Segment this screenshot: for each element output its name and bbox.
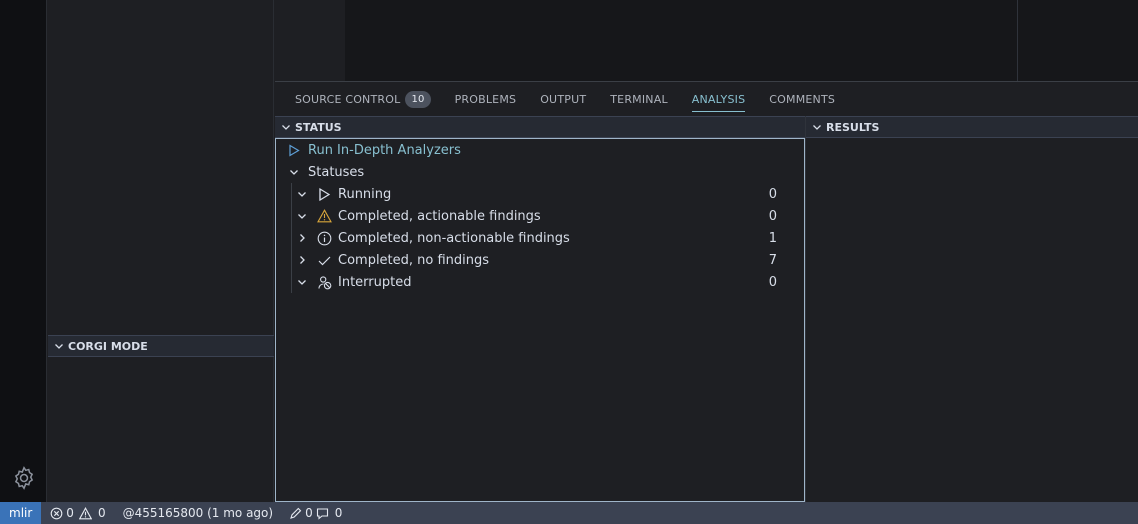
chevron-down-icon bbox=[51, 338, 67, 354]
tab-problems[interactable]: PROBLEMS bbox=[455, 82, 517, 116]
chevron-down-icon bbox=[294, 274, 310, 290]
status-header[interactable]: STATUS bbox=[275, 116, 805, 138]
chevron-down-icon bbox=[286, 164, 302, 180]
edits-count: 0 bbox=[305, 506, 313, 520]
status-item-count: 7 bbox=[768, 252, 777, 268]
status-item-label: Completed, non-actionable findings bbox=[338, 230, 570, 246]
chevron-right-icon bbox=[294, 230, 310, 246]
status-item-count: 1 bbox=[768, 230, 777, 246]
tab-analysis-label: ANALYSIS bbox=[691, 92, 746, 106]
results-header[interactable]: RESULTS bbox=[806, 116, 1138, 138]
chevron-down-icon bbox=[294, 208, 310, 224]
status-item-count: 0 bbox=[768, 186, 777, 202]
tab-problems-label: PROBLEMS bbox=[454, 92, 517, 106]
tab-source-control[interactable]: SOURCE CONTROL 10 bbox=[295, 82, 431, 116]
tab-terminal[interactable]: TERMINAL bbox=[610, 82, 668, 116]
tab-comments-label: COMMENTS bbox=[769, 92, 836, 106]
corgi-mode-header[interactable]: CORGI MODE bbox=[48, 335, 274, 357]
status-bar: mlir 0 0 @455165800 (1 mo ago) 0 0 bbox=[0, 502, 1138, 524]
comments-count: 0 bbox=[334, 506, 343, 520]
remote-indicator[interactable]: mlir bbox=[0, 502, 42, 524]
comment-icon bbox=[316, 507, 332, 520]
status-item-count: 0 bbox=[768, 208, 777, 224]
chevron-right-icon bbox=[294, 252, 310, 268]
tab-terminal-label: TERMINAL bbox=[610, 92, 668, 106]
sidebar: CORGI MODE bbox=[48, 0, 274, 502]
statuses-group[interactable]: Statuses bbox=[276, 161, 804, 183]
editor-area bbox=[275, 0, 1138, 81]
problems-indicator[interactable]: 0 0 bbox=[50, 506, 106, 520]
results-pane: RESULTS bbox=[805, 116, 1138, 503]
blame-indicator[interactable]: @455165800 (1 mo ago) bbox=[123, 506, 274, 520]
warning-icon bbox=[316, 208, 332, 224]
tab-output-label: OUTPUT bbox=[540, 92, 587, 106]
run-analyzers-action[interactable]: Run In-Depth Analyzers bbox=[276, 139, 804, 161]
status-item-non-actionable[interactable]: Completed, non-actionable findings 1 bbox=[276, 227, 804, 249]
statuses-label: Statuses bbox=[308, 164, 365, 180]
play-icon bbox=[286, 142, 302, 158]
pencil-icon bbox=[289, 507, 305, 520]
gear-icon[interactable] bbox=[11, 465, 37, 491]
chevron-down-icon bbox=[278, 119, 294, 135]
activity-bar bbox=[0, 0, 47, 502]
corgi-mode-title: CORGI MODE bbox=[68, 339, 148, 353]
status-title: STATUS bbox=[295, 120, 342, 134]
tab-comments[interactable]: COMMENTS bbox=[769, 82, 835, 116]
status-item-no-findings[interactable]: Completed, no findings 7 bbox=[276, 249, 804, 271]
run-icon bbox=[316, 186, 332, 202]
status-item-running[interactable]: Running 0 bbox=[276, 183, 804, 205]
status-item-label: Completed, no findings bbox=[338, 252, 490, 268]
warning-count: 0 bbox=[97, 506, 106, 520]
status-pane: STATUS Run In-Depth Analyzers Statuses R… bbox=[275, 116, 805, 503]
source-control-badge: 10 bbox=[405, 90, 431, 108]
editor-gutter bbox=[275, 0, 345, 81]
tab-analysis[interactable]: ANALYSIS bbox=[691, 82, 746, 116]
status-item-label: Running bbox=[338, 186, 392, 202]
check-icon bbox=[316, 252, 332, 268]
bottom-panel: SOURCE CONTROL 10 PROBLEMS OUTPUT TERMIN… bbox=[275, 81, 1138, 503]
chevron-down-icon bbox=[294, 186, 310, 202]
editor-minimap bbox=[1018, 0, 1138, 81]
error-count: 0 bbox=[66, 506, 74, 520]
error-icon bbox=[50, 507, 66, 520]
tab-output[interactable]: OUTPUT bbox=[540, 82, 586, 116]
status-item-interrupted[interactable]: Interrupted 0 bbox=[276, 271, 804, 293]
status-item-label: Interrupted bbox=[338, 274, 412, 290]
editor-content[interactable] bbox=[345, 0, 1018, 81]
warning-icon bbox=[78, 506, 95, 520]
edits-indicator[interactable]: 0 0 bbox=[289, 506, 342, 520]
status-item-count: 0 bbox=[768, 274, 777, 290]
status-item-actionable[interactable]: Completed, actionable findings 0 bbox=[276, 205, 804, 227]
status-tree: Run In-Depth Analyzers Statuses Running … bbox=[275, 138, 805, 502]
status-item-label: Completed, actionable findings bbox=[338, 208, 541, 224]
tab-source-control-label: SOURCE CONTROL bbox=[295, 92, 401, 106]
interrupted-icon bbox=[316, 274, 332, 290]
panel-tabs: SOURCE CONTROL 10 PROBLEMS OUTPUT TERMIN… bbox=[275, 82, 1138, 116]
results-title: RESULTS bbox=[826, 120, 880, 134]
run-analyzers-label: Run In-Depth Analyzers bbox=[308, 142, 461, 158]
info-icon bbox=[316, 230, 332, 246]
chevron-down-icon bbox=[809, 119, 825, 135]
